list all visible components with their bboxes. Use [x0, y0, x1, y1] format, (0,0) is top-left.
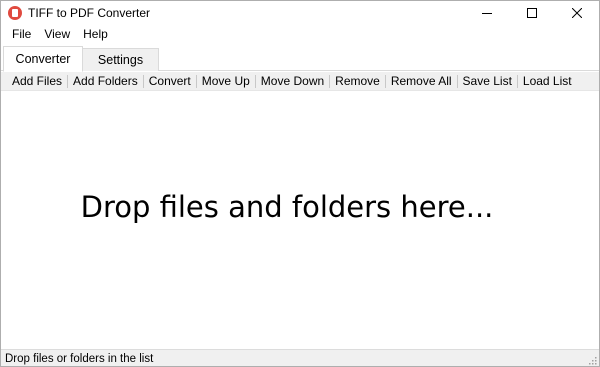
maximize-icon: [526, 7, 537, 18]
save-list-button[interactable]: Save List: [458, 73, 517, 90]
window-title: TIFF to PDF Converter: [28, 5, 151, 20]
add-files-button[interactable]: Add Files: [1, 73, 67, 90]
minimize-button[interactable]: [464, 1, 509, 24]
remove-all-button[interactable]: Remove All: [386, 73, 457, 90]
menu-view[interactable]: View: [38, 25, 76, 44]
move-down-button[interactable]: Move Down: [256, 73, 329, 90]
menu-file[interactable]: File: [6, 25, 37, 44]
tab-converter[interactable]: Converter: [3, 46, 83, 72]
load-list-button[interactable]: Load List: [518, 73, 577, 90]
remove-button[interactable]: Remove: [330, 73, 385, 90]
tab-strip: Converter Settings: [1, 46, 599, 72]
maximize-button[interactable]: [509, 1, 554, 24]
tab-settings[interactable]: Settings: [83, 48, 159, 71]
menu-help[interactable]: Help: [77, 25, 114, 44]
drop-hint: Drop files and folders here...: [80, 190, 494, 224]
move-up-button[interactable]: Move Up: [197, 73, 255, 90]
window-controls: [464, 1, 599, 24]
convert-button[interactable]: Convert: [144, 73, 196, 90]
add-folders-button[interactable]: Add Folders: [68, 73, 143, 90]
title-bar[interactable]: TIFF to PDF Converter: [1, 1, 599, 24]
minimize-icon: [481, 12, 492, 14]
status-bar: Drop files or folders in the list: [1, 349, 599, 366]
status-text: Drop files or folders in the list: [5, 352, 154, 365]
main-window: TIFF to PDF Converter File View Help Con…: [0, 0, 600, 367]
file-drop-area[interactable]: Drop files and folders here...: [1, 92, 599, 348]
resize-grip-icon[interactable]: [587, 355, 597, 365]
menu-bar: File View Help: [1, 25, 599, 44]
close-icon: [571, 7, 582, 18]
app-pdf-icon: [8, 5, 22, 20]
toolbar: Add Files Add Folders Convert Move Up Mo…: [1, 72, 599, 91]
close-button[interactable]: [554, 1, 599, 24]
